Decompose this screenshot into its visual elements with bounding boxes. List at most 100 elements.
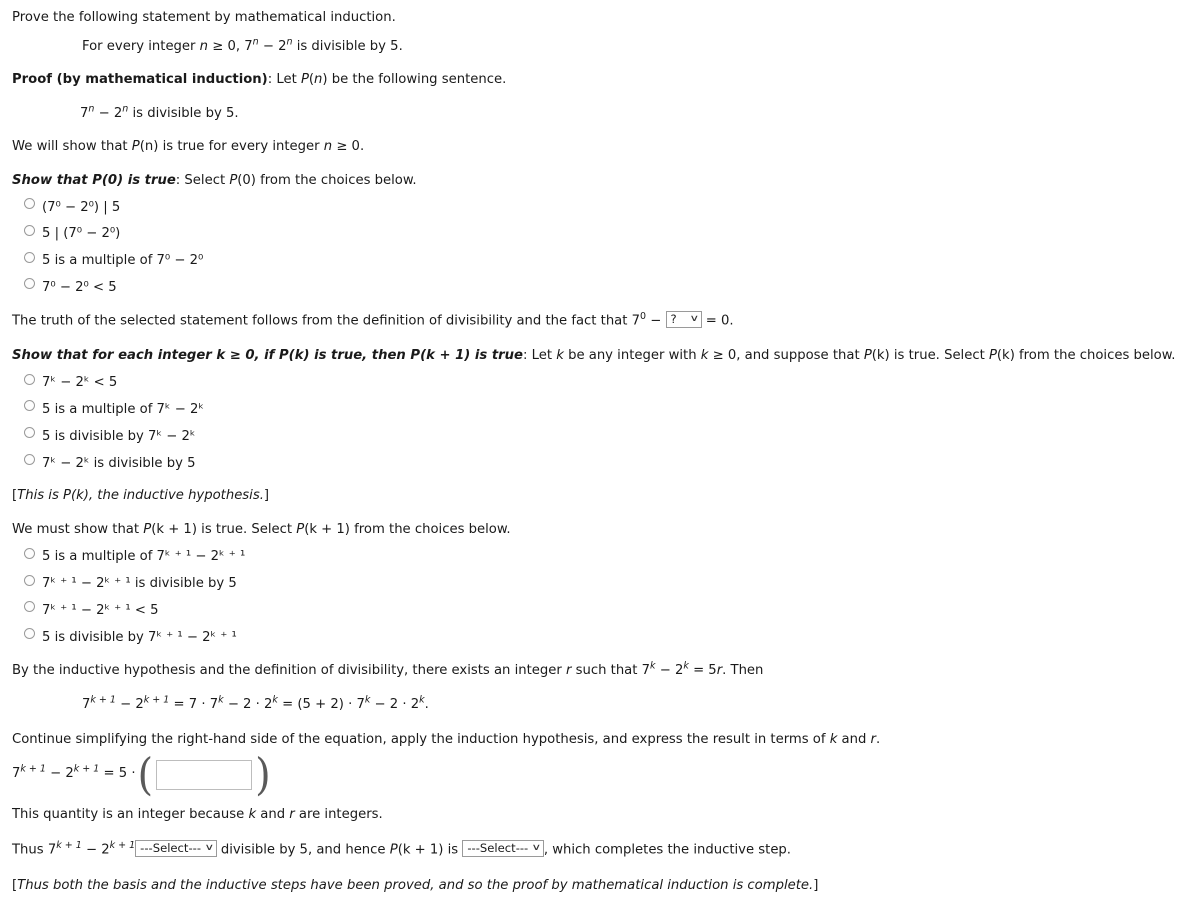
sentence-line: 7n − 2n is divisible by 5. [12,97,1188,132]
answer-sup-2: k + 1 [73,763,100,775]
will-show-prefix: We will show that [12,139,132,154]
thus-sup-1: k + 1 [56,840,82,852]
pk-header-mid-3: is true. Select [889,348,989,364]
p0-choice-0[interactable]: (7⁰ − 2⁰) | 5 [12,194,1188,221]
continue-line: Continue simplifying the right-hand side… [12,722,1188,753]
truth-select[interactable]: ? ∨ [665,311,702,329]
pk1-header-arg-1: (k + 1) [151,522,197,538]
answer-input[interactable] [156,759,253,790]
pk-header-bold: Show that for each integer k ≥ 0, if P(k… [12,348,523,364]
integer-k: k [248,806,257,822]
statement-var-n: n [199,38,209,54]
answer-eq-lead: 7k + 1 − 2k + 1 = 5 · [12,763,136,783]
pk1-choice-0[interactable]: 5 is a multiple of 7ᵏ ⁺ ¹ − 2ᵏ ⁺ ¹ [12,544,1188,571]
p0-choice-label-3: 7⁰ − 2⁰ < 5 [42,279,117,295]
prompt-line: Prove the following statement by mathema… [12,7,1188,30]
continue-prefix: Continue simplifying the right-hand side… [12,732,830,748]
thus-select-1[interactable]: ---Select--- ∨ [135,840,217,858]
pk1-choice-label-3: 5 is divisible by 7ᵏ ⁺ ¹ − 2ᵏ ⁺ ¹ [42,629,237,645]
pk1-choice-1[interactable]: 7ᵏ ⁺ ¹ − 2ᵏ ⁺ ¹ is divisible by 5 [12,571,1188,598]
inductive-hypothesis-note: [This is P(k), the inductive hypothesis.… [12,479,1188,514]
thus-end: , which completes the inductive step. [543,842,791,858]
radio-unchecked-icon[interactable] [24,400,35,412]
pk-choice-1[interactable]: 5 is a multiple of 7ᵏ − 2ᵏ [12,396,1188,423]
pk-header-arg-1: (k) [871,348,890,364]
answer-equals: = 5 · [99,766,136,782]
thus-select-2[interactable]: ---Select--- ∨ [462,840,544,858]
pk-header-mid-2: ≥ 0, and suppose that [708,348,864,364]
continue-and: and [837,732,871,748]
pk-choice-2[interactable]: 5 is divisible by 7ᵏ − 2ᵏ [12,423,1188,450]
p0-choice-1[interactable]: 5 | (7⁰ − 2⁰) [12,221,1188,248]
prompt-text: Prove the following statement by mathema… [12,10,396,25]
pk-header-p-1: P [863,348,872,364]
statement-suffix: is divisible by 5. [292,38,403,54]
pk1-choice-3[interactable]: 5 is divisible by 7ᵏ ⁺ ¹ − 2ᵏ ⁺ ¹ [12,624,1188,651]
pk1-choice-label-2: 7ᵏ ⁺ ¹ − 2ᵏ ⁺ ¹ < 5 [42,602,159,618]
radio-unchecked-icon[interactable] [24,574,35,586]
radio-unchecked-icon[interactable] [24,278,35,290]
continue-end: . [875,732,881,748]
proof-header-p: P [300,72,309,87]
closing-note: [Thus both the basis and the inductive s… [12,868,1188,901]
pk1-choice-label-0: 5 is a multiple of 7ᵏ ⁺ ¹ − 2ᵏ ⁺ ¹ [42,549,246,565]
pk1-header-p-2: P [296,522,305,538]
truth-minus: − [646,313,666,329]
eq-rhs-2: = (5 + 2) · 7 [277,696,365,712]
thus-middle: divisible by 5, and hence [216,842,390,858]
eq-rhs-1: = 7 · 7 [169,696,219,712]
will-show-p: P [131,139,140,154]
eq-lhs-sup-2: k + 1 [143,694,170,706]
proof-header-rest-pre: : Let [267,72,301,87]
pk-choice-3[interactable]: 7ᵏ − 2ᵏ is divisible by 5 [12,450,1188,477]
closing-italic-text: Thus both the basis and the inductive st… [17,878,814,894]
thus-select-2-value: ---Select--- [467,840,529,855]
thus-prefix: Thus 7 [12,842,57,858]
radio-unchecked-icon[interactable] [24,454,35,466]
pk-header-mid-1: be any integer with [563,348,701,364]
pk1-header-end: from the choices below. [349,522,511,538]
pk-choice-label-3: 7ᵏ − 2ᵏ is divisible by 5 [42,455,196,471]
by-hypothesis-end: . Then [722,663,764,679]
pk1-choice-label-1: 7ᵏ ⁺ ¹ − 2ᵏ ⁺ ¹ is divisible by 5 [42,576,237,592]
radio-unchecked-icon[interactable] [24,373,35,385]
thus-p: P [389,842,398,858]
proof-header-line: Proof (by mathematical induction): Let P… [12,64,1188,97]
radio-unchecked-icon[interactable] [24,547,35,559]
thus-middle-2: is [443,842,463,858]
pk-section-header: Show that for each integer k ≥ 0, if P(k… [12,339,1188,368]
statement-line: For every integer n ≥ 0, 7n − 2n is divi… [12,30,1188,65]
pk-choice-0[interactable]: 7ᵏ − 2ᵏ < 5 [12,370,1188,397]
by-hypothesis-minus: − 2 [655,663,684,679]
radio-unchecked-icon[interactable] [24,628,35,640]
chevron-down-icon: ∨ [531,843,542,854]
p0-choice-3[interactable]: 7⁰ − 2⁰ < 5 [12,274,1188,301]
answer-minus: − 2 [45,766,74,782]
truth-prefix: The truth of the selected statement foll… [12,313,641,329]
radio-unchecked-icon[interactable] [24,198,35,209]
p0-choice-group: (7⁰ − 2⁰) | 5 5 | (7⁰ − 2⁰) 5 is a multi… [12,194,1188,301]
pk1-header-mid: is true. Select [196,522,297,538]
will-show-arg: (n) [139,139,159,154]
p0-choice-label-0: (7⁰ − 2⁰) | 5 [42,199,121,215]
pk1-choice-2[interactable]: 7ᵏ ⁺ ¹ − 2ᵏ ⁺ ¹ < 5 [12,597,1188,624]
pk1-header-arg-2: (k + 1) [304,522,350,538]
integer-line: This quantity is an integer because k an… [12,795,1188,833]
radio-unchecked-icon[interactable] [24,251,35,263]
eq-period: . [424,696,429,712]
sentence-suffix: is divisible by 5. [128,105,239,121]
answer-sup-1: k + 1 [20,763,46,775]
chevron-down-icon: ∨ [204,843,215,854]
p0-choice-2[interactable]: 5 is a multiple of 7⁰ − 2⁰ [12,248,1188,275]
thus-select-1-value: ---Select--- [140,840,202,855]
radio-unchecked-icon[interactable] [24,427,35,439]
eq-rhs-3: − 2 · 2 [370,696,420,712]
radio-unchecked-icon[interactable] [24,224,35,236]
thus-arg: (k + 1) [397,842,444,858]
p0-choice-label-2: 5 is a multiple of 7⁰ − 2⁰ [42,253,204,269]
by-hypothesis-mid: such that 7 [571,663,651,679]
problem-page: Prove the following statement by mathema… [0,0,1200,901]
will-show-tail: ≥ 0. [332,139,365,154]
radio-unchecked-icon[interactable] [24,601,35,613]
by-hypothesis-prefix: By the inductive hypothesis and the defi… [12,663,566,679]
